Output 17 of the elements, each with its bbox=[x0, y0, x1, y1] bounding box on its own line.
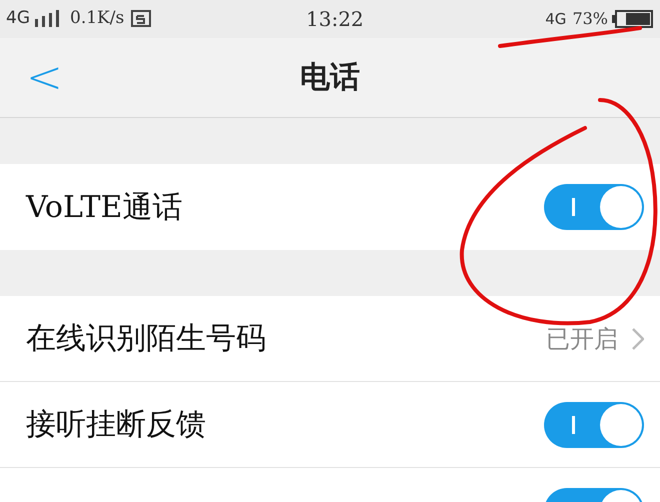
toggle-switch[interactable] bbox=[544, 402, 644, 448]
page-title: 电话 bbox=[300, 59, 360, 97]
toggle-switch[interactable] bbox=[544, 184, 644, 230]
screenshot-icon bbox=[130, 9, 152, 29]
clock: 13:22 bbox=[306, 6, 364, 33]
chevron-right-icon bbox=[632, 328, 644, 350]
signal-icon bbox=[34, 10, 60, 28]
network-type: 4G bbox=[545, 8, 566, 30]
network-speed: 0.1K/s bbox=[70, 7, 124, 30]
setting-label: 在线识别陌生号码 bbox=[26, 320, 266, 358]
setting-label: VoLTE通话 bbox=[26, 188, 182, 226]
battery-level: 73% bbox=[572, 8, 608, 30]
battery-icon bbox=[612, 9, 654, 29]
setting-value: 已开启 bbox=[546, 324, 618, 354]
setting-label: 接听挂断反馈 bbox=[26, 406, 206, 444]
network-type: 4G bbox=[6, 7, 30, 30]
back-button[interactable]: < bbox=[26, 56, 63, 100]
